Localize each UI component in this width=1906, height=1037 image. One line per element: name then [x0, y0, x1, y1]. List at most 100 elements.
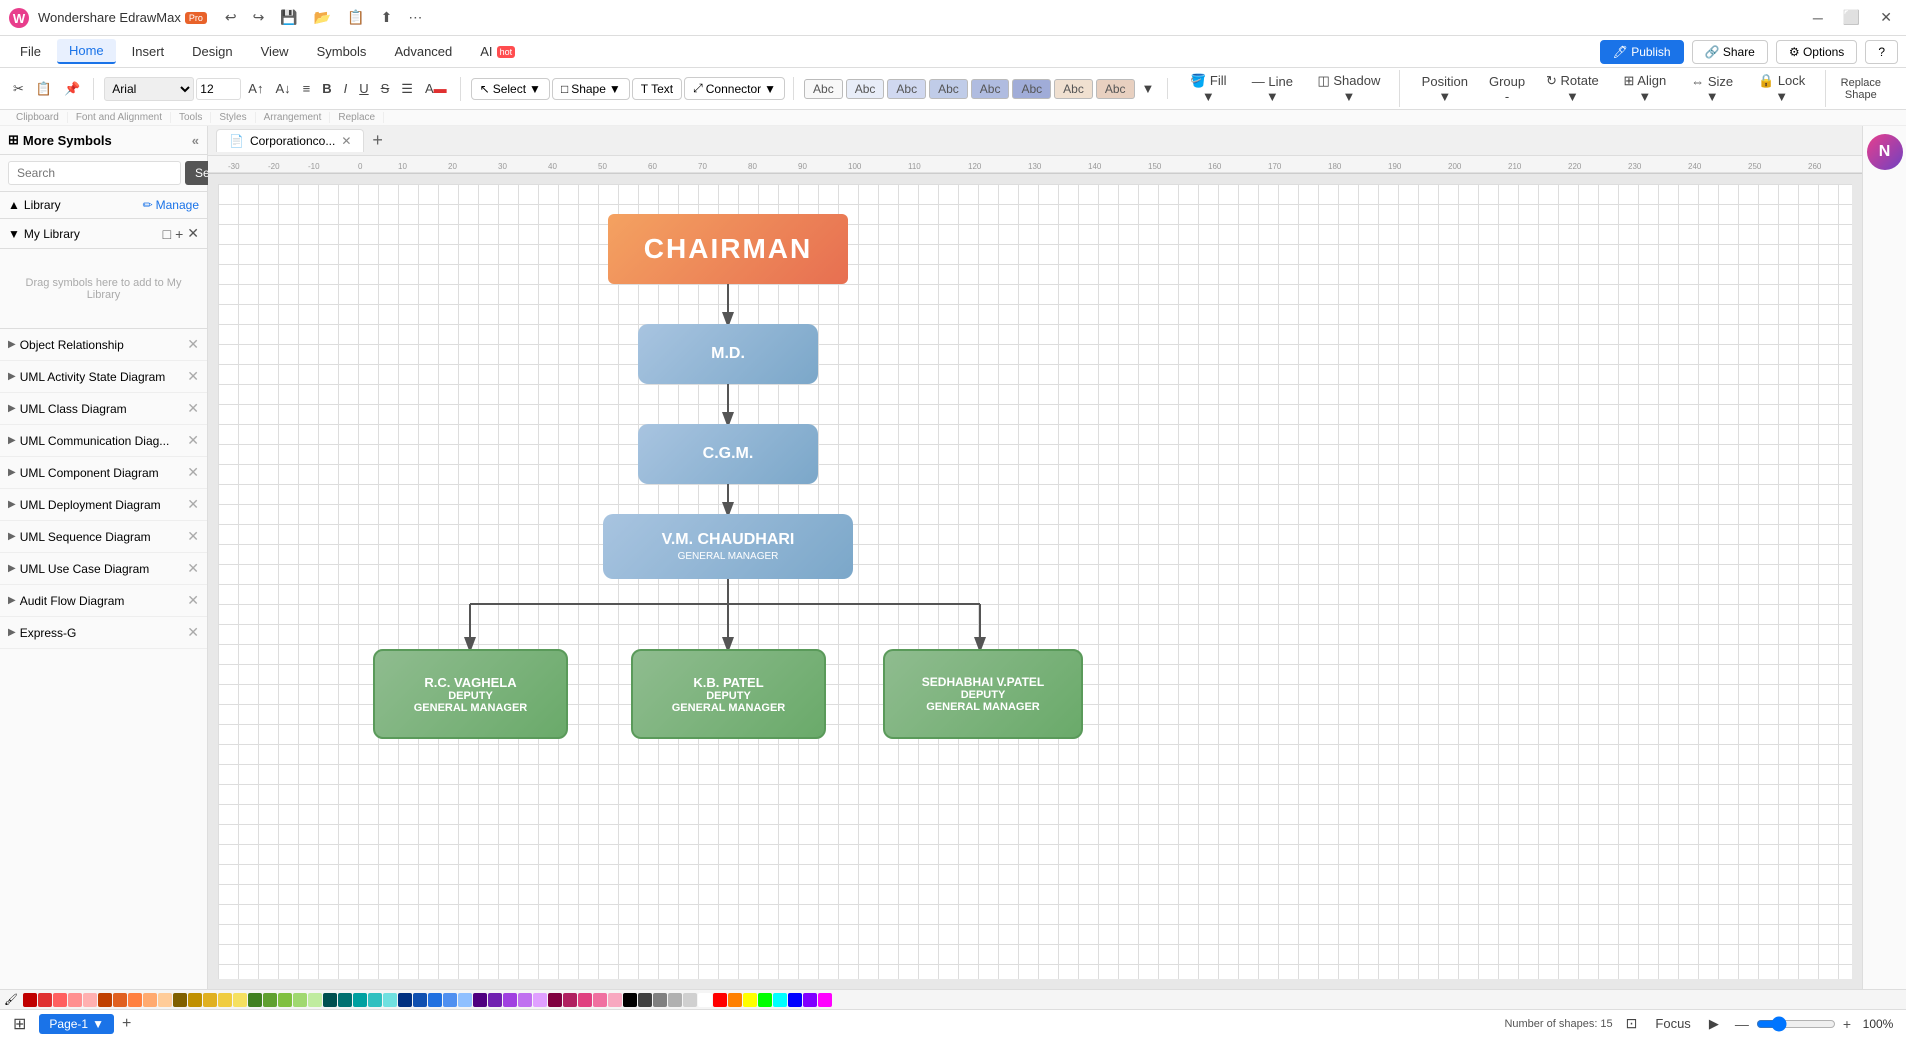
- text-button[interactable]: T Text: [632, 78, 682, 100]
- color-swatch[interactable]: [23, 993, 37, 1007]
- cgm-shape[interactable]: C.G.M.: [638, 424, 818, 484]
- color-swatch[interactable]: [278, 993, 292, 1007]
- item-close-9[interactable]: ✕: [187, 624, 199, 641]
- export-button[interactable]: ⬆: [375, 7, 399, 28]
- color-swatch[interactable]: [263, 993, 277, 1007]
- fill-button[interactable]: 🪣 Fill ▼: [1178, 70, 1238, 107]
- color-swatch[interactable]: [338, 993, 352, 1007]
- color-swatch[interactable]: [143, 993, 157, 1007]
- collapse-button[interactable]: «: [192, 133, 199, 148]
- style-4[interactable]: Abc: [929, 79, 968, 99]
- canvas-main[interactable]: CHAIRMAN M.D. C.G.M. V.M. CHAUDHARI GENE…: [208, 174, 1862, 989]
- color-swatch[interactable]: [53, 993, 67, 1007]
- size-button[interactable]: ⇔ Size ▼: [1680, 71, 1745, 107]
- font-selector[interactable]: Arial: [104, 77, 194, 101]
- font-size-increase[interactable]: A↑: [243, 78, 268, 99]
- template-button[interactable]: 📋: [341, 7, 370, 28]
- save-button[interactable]: 💾: [274, 7, 303, 28]
- color-swatch[interactable]: [308, 993, 322, 1007]
- sidebar-item-uml-comm[interactable]: ▶ UML Communication Diag... ✕: [0, 425, 207, 457]
- select-button[interactable]: ↖ Select ▼: [471, 78, 550, 100]
- color-swatch[interactable]: [473, 993, 487, 1007]
- color-swatch[interactable]: [368, 993, 382, 1007]
- shadow-button[interactable]: ◫ Shadow ▼: [1307, 70, 1392, 107]
- shape-button[interactable]: □ Shape ▼: [552, 78, 630, 100]
- color-swatch[interactable]: [428, 993, 442, 1007]
- color-swatch[interactable]: [128, 993, 142, 1007]
- paste-button[interactable]: 📌: [59, 78, 85, 100]
- color-swatch[interactable]: [458, 993, 472, 1007]
- color-swatch[interactable]: [578, 993, 592, 1007]
- position-button[interactable]: Position ▼: [1410, 71, 1479, 107]
- minimize-button[interactable]: ─: [1807, 8, 1829, 28]
- color-swatch[interactable]: [203, 993, 217, 1007]
- font-size-input[interactable]: [196, 78, 241, 100]
- connector-button[interactable]: ⤢ Connector ▼: [684, 77, 785, 100]
- color-swatch[interactable]: [443, 993, 457, 1007]
- sidebar-item-uml-activity[interactable]: ▶ UML Activity State Diagram ✕: [0, 361, 207, 393]
- color-swatch[interactable]: [233, 993, 247, 1007]
- color-swatch[interactable]: [758, 993, 772, 1007]
- zoom-slider[interactable]: [1756, 1016, 1836, 1032]
- rc-shape[interactable]: R.C. VAGHELA DEPUTY GENERAL MANAGER: [373, 649, 568, 739]
- color-swatch[interactable]: [773, 993, 787, 1007]
- color-swatch[interactable]: [668, 993, 682, 1007]
- color-swatch[interactable]: [248, 993, 262, 1007]
- underline-button[interactable]: U: [354, 78, 373, 99]
- sv-shape[interactable]: SEDHABHAI V.PATEL DEPUTY GENERAL MANAGER: [883, 649, 1083, 739]
- menu-advanced[interactable]: Advanced: [382, 40, 464, 63]
- sidebar-item-object-relationship[interactable]: ▶ Object Relationship ✕: [0, 329, 207, 361]
- redo-button[interactable]: ↪: [247, 7, 271, 28]
- zoom-in-button[interactable]: +: [1840, 1016, 1854, 1032]
- cut-button[interactable]: ✂: [8, 78, 29, 100]
- color-swatch[interactable]: [413, 993, 427, 1007]
- color-swatch[interactable]: [503, 993, 517, 1007]
- color-swatch[interactable]: [653, 993, 667, 1007]
- copy-button[interactable]: 📋: [31, 78, 57, 100]
- color-swatch[interactable]: [188, 993, 202, 1007]
- item-close-1[interactable]: ✕: [187, 368, 199, 385]
- close-button[interactable]: ✕: [1874, 7, 1898, 28]
- color-swatch[interactable]: [788, 993, 802, 1007]
- color-swatch[interactable]: [68, 993, 82, 1007]
- color-swatch[interactable]: [488, 993, 502, 1007]
- menu-insert[interactable]: Insert: [120, 40, 177, 63]
- add-tab-button[interactable]: +: [368, 130, 387, 151]
- menu-symbols[interactable]: Symbols: [305, 40, 379, 63]
- item-close-8[interactable]: ✕: [187, 592, 199, 609]
- style-5[interactable]: Abc: [971, 79, 1010, 99]
- sidebar-item-uml-class[interactable]: ▶ UML Class Diagram ✕: [0, 393, 207, 425]
- user-avatar[interactable]: N: [1867, 134, 1903, 170]
- md-shape[interactable]: M.D.: [638, 324, 818, 384]
- style-8[interactable]: Abc: [1096, 79, 1135, 99]
- publish-button[interactable]: 🖊 Publish: [1600, 40, 1684, 64]
- sidebar-item-express-g[interactable]: ▶ Express-G ✕: [0, 617, 207, 649]
- help-button[interactable]: ?: [1865, 40, 1898, 64]
- color-swatch[interactable]: [563, 993, 577, 1007]
- sidebar-item-uml-deployment[interactable]: ▶ UML Deployment Diagram ✕: [0, 489, 207, 521]
- color-swatch[interactable]: [518, 993, 532, 1007]
- add-lib-button[interactable]: +: [175, 225, 183, 242]
- text-color-button[interactable]: A▬: [420, 78, 452, 99]
- color-swatch[interactable]: [803, 993, 817, 1007]
- more-button[interactable]: ⋯: [402, 7, 428, 28]
- line-button[interactable]: — Line ▼: [1240, 71, 1304, 107]
- new-lib-button[interactable]: □: [163, 225, 171, 242]
- color-swatch[interactable]: [623, 993, 637, 1007]
- menu-design[interactable]: Design: [180, 40, 244, 63]
- style-2[interactable]: Abc: [846, 79, 885, 99]
- color-swatch[interactable]: [533, 993, 547, 1007]
- add-page-button[interactable]: +: [122, 1015, 131, 1033]
- menu-home[interactable]: Home: [57, 39, 116, 64]
- play-button[interactable]: ▶: [1704, 1013, 1724, 1035]
- styles-more[interactable]: ▼: [1137, 78, 1160, 99]
- color-swatch[interactable]: [38, 993, 52, 1007]
- color-swatch[interactable]: [83, 993, 97, 1007]
- fit-page-button[interactable]: ⊡: [1621, 1012, 1643, 1035]
- style-1[interactable]: Abc: [804, 79, 843, 99]
- color-swatch[interactable]: [698, 993, 712, 1007]
- color-swatch[interactable]: [713, 993, 727, 1007]
- kb-shape[interactable]: K.B. PATEL DEPUTY GENERAL MANAGER: [631, 649, 826, 739]
- restore-button[interactable]: ⬜: [1837, 7, 1866, 28]
- color-swatch[interactable]: [608, 993, 622, 1007]
